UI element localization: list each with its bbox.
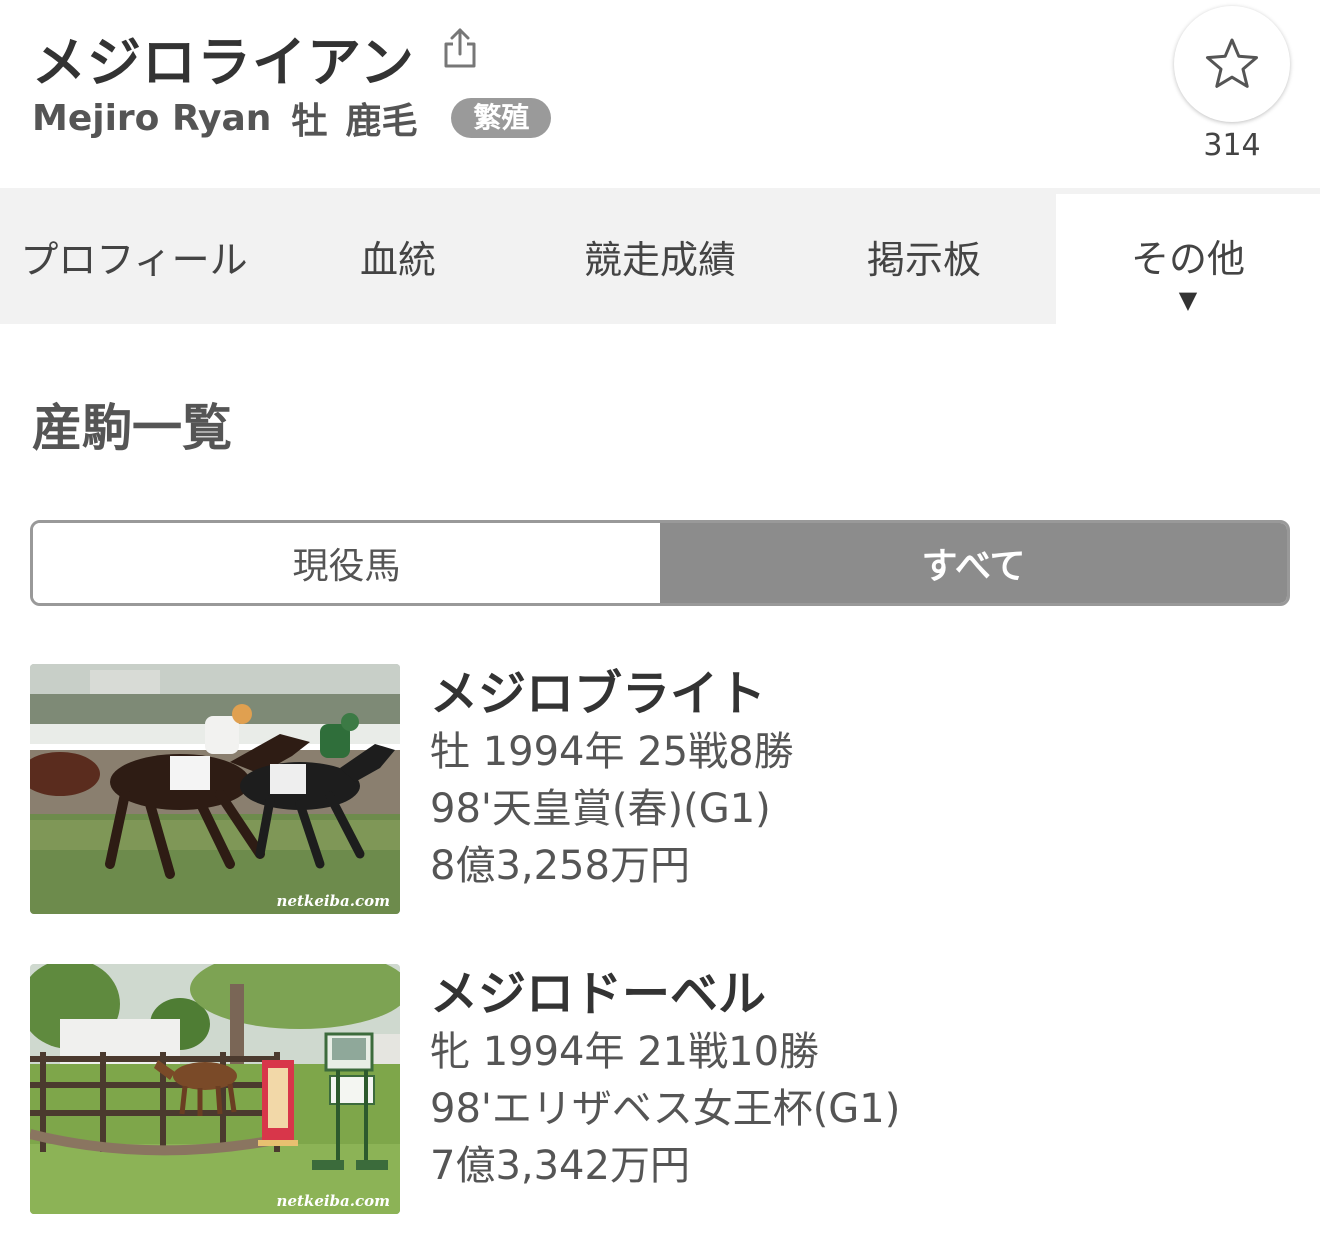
horse-name-en: Mejiro Ryan	[32, 97, 272, 139]
tab-label: 血統	[359, 237, 436, 282]
list-item[interactable]: netkeiba.com メジロドーベル 牝 1994年 21戦10勝 98'エ…	[30, 964, 1290, 1214]
tab-profile[interactable]: プロフィール	[0, 188, 268, 324]
tab-label: 掲示板	[866, 237, 981, 282]
offspring-photo: netkeiba.com	[30, 964, 400, 1214]
section-title: 産駒一覧	[32, 399, 232, 457]
offspring-summary: 牝 1994年 21戦10勝	[430, 1029, 820, 1075]
favorite-count: 314	[1203, 128, 1261, 163]
tab-race-results[interactable]: 競走成績	[528, 188, 792, 324]
offspring-earnings: 7億3,342万円	[430, 1143, 690, 1189]
favorite-button[interactable]	[1174, 6, 1290, 122]
offspring-photo: netkeiba.com	[30, 664, 400, 914]
tab-label: 競走成績	[583, 237, 736, 282]
tab-bar: プロフィール 血統 競走成績 掲示板 その他 ▼	[0, 188, 1320, 324]
filter-toggle: 現役馬 すべて	[30, 520, 1290, 606]
horse-name: メジロライアン	[32, 31, 415, 94]
favorite-widget: 314	[1174, 6, 1290, 163]
offspring-name: メジロドーベル	[430, 966, 767, 1022]
star-icon	[1206, 38, 1258, 88]
tab-label: その他	[1130, 236, 1245, 281]
tab-bbs[interactable]: 掲示板	[792, 188, 1056, 324]
share-icon[interactable]	[440, 26, 480, 70]
offspring-major-win: 98'天皇賞(春)(G1)	[430, 786, 771, 832]
horse-sex: 牡	[291, 101, 328, 142]
caret-down-icon: ▼	[1178, 286, 1198, 314]
offspring-summary: 牡 1994年 25戦8勝	[430, 729, 794, 775]
horse-header: メジロライアン Mejiro Ryan 牡 鹿毛 繁殖 314	[0, 0, 1320, 188]
horse-coat-color: 鹿毛	[345, 101, 418, 142]
photo-credit: netkeiba.com	[276, 1192, 390, 1210]
offspring-earnings: 8億3,258万円	[430, 843, 690, 889]
offspring-info: メジロブライト 牡 1994年 25戦8勝 98'天皇賞(春)(G1) 8億3,…	[430, 664, 794, 895]
tab-other[interactable]: その他 ▼	[1056, 194, 1320, 324]
status-badge: 繁殖	[451, 98, 552, 138]
filter-active-horses[interactable]: 現役馬	[33, 523, 660, 603]
horse-subinfo: Mejiro Ryan 牡 鹿毛 繁殖	[32, 96, 552, 142]
offspring-info: メジロドーベル 牝 1994年 21戦10勝 98'エリザベス女王杯(G1) 7…	[430, 964, 900, 1195]
offspring-major-win: 98'エリザベス女王杯(G1)	[430, 1086, 901, 1132]
filter-all[interactable]: すべて	[660, 523, 1287, 603]
tab-pedigree[interactable]: 血統	[268, 188, 528, 324]
offspring-name: メジロブライト	[430, 666, 767, 722]
tab-label: プロフィール	[20, 237, 248, 282]
photo-credit: netkeiba.com	[276, 892, 390, 910]
list-item[interactable]: netkeiba.com メジロブライト 牡 1994年 25戦8勝 98'天皇…	[30, 664, 1290, 914]
